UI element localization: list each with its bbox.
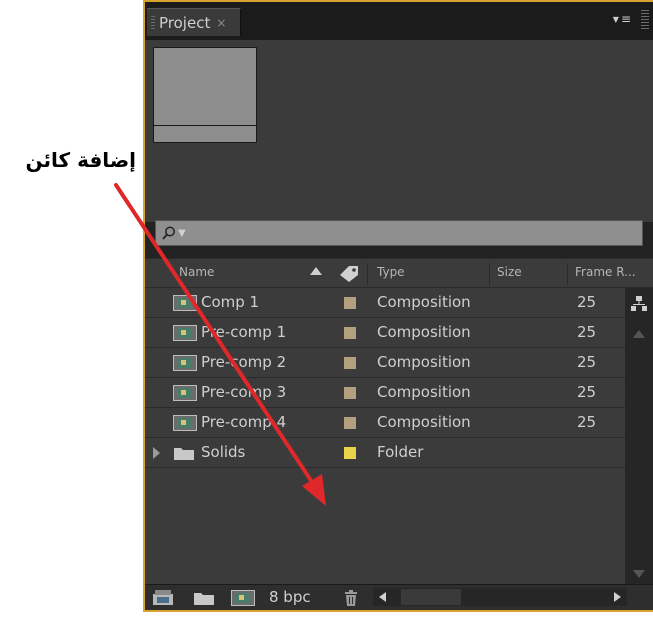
annotation-arrow (114, 183, 326, 506)
